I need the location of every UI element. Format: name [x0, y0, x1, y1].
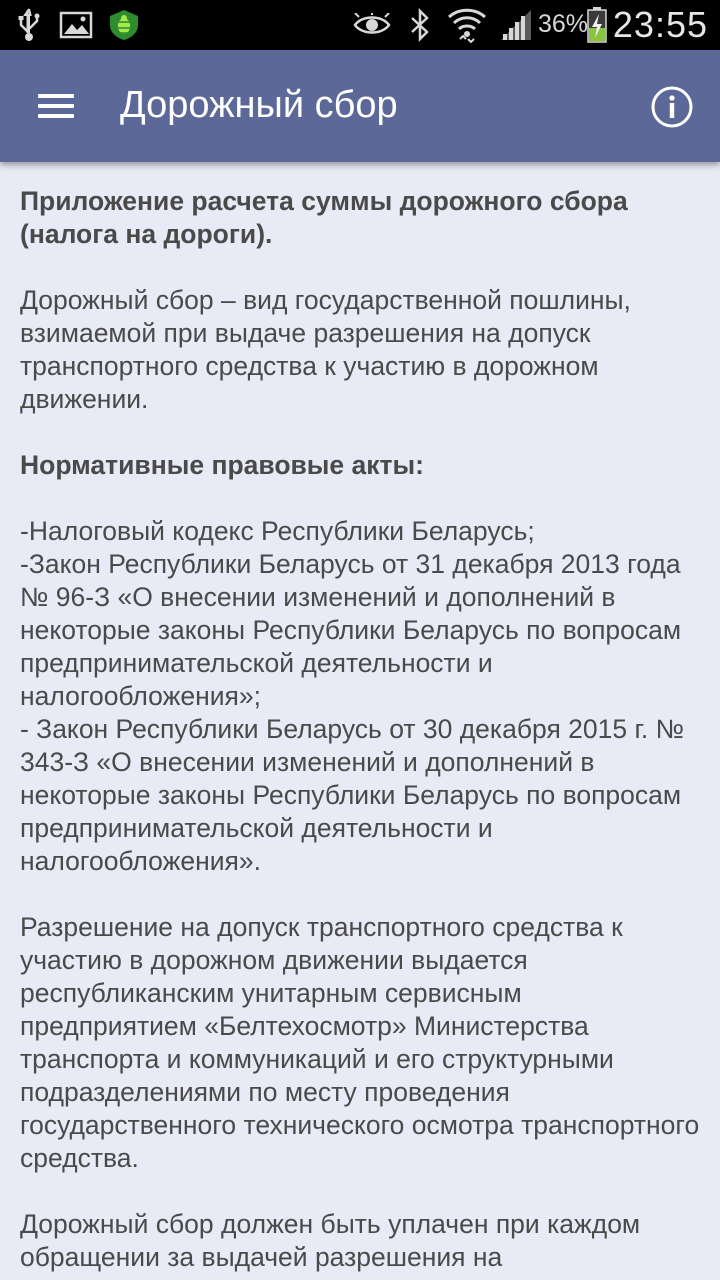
shield-bug-icon — [106, 7, 142, 43]
status-bar: 36% 23:55 — [0, 0, 720, 50]
payment-paragraph: Дорожный сбор должен быть уплачен при ка… — [20, 1209, 641, 1272]
bluetooth-icon — [406, 7, 434, 43]
page-title: Дорожный сбор — [120, 84, 398, 126]
app-bar: Дорожный сбор — [0, 50, 720, 162]
intro-heading: Приложение расчета суммы дорожного сбора… — [20, 186, 628, 249]
clock: 23:55 — [612, 4, 708, 45]
definition-paragraph: Дорожный сбор – вид государственной пошл… — [20, 285, 631, 414]
issuance-paragraph: Разрешение на допуск транспортного средс… — [20, 912, 700, 1173]
acts-heading: Нормативные правовые акты: — [20, 450, 424, 480]
act-item: -Закон Республики Беларусь от 31 декабря… — [20, 549, 682, 711]
eye-icon — [352, 7, 392, 43]
signal-icon — [498, 7, 534, 43]
description-text: Приложение расчета суммы дорожного сбора… — [20, 185, 704, 1274]
hamburger-menu-icon[interactable] — [28, 82, 84, 130]
act-item: -Налоговый кодекс Республики Беларусь; — [20, 516, 535, 546]
info-icon[interactable] — [650, 85, 694, 129]
wifi-icon — [446, 7, 488, 43]
battery-charging-icon — [584, 7, 610, 43]
act-item: - Закон Республики Беларусь от 30 декабр… — [20, 714, 685, 876]
usb-icon — [14, 7, 44, 43]
gallery-icon — [58, 7, 94, 43]
battery-percent: 36% — [538, 10, 589, 38]
